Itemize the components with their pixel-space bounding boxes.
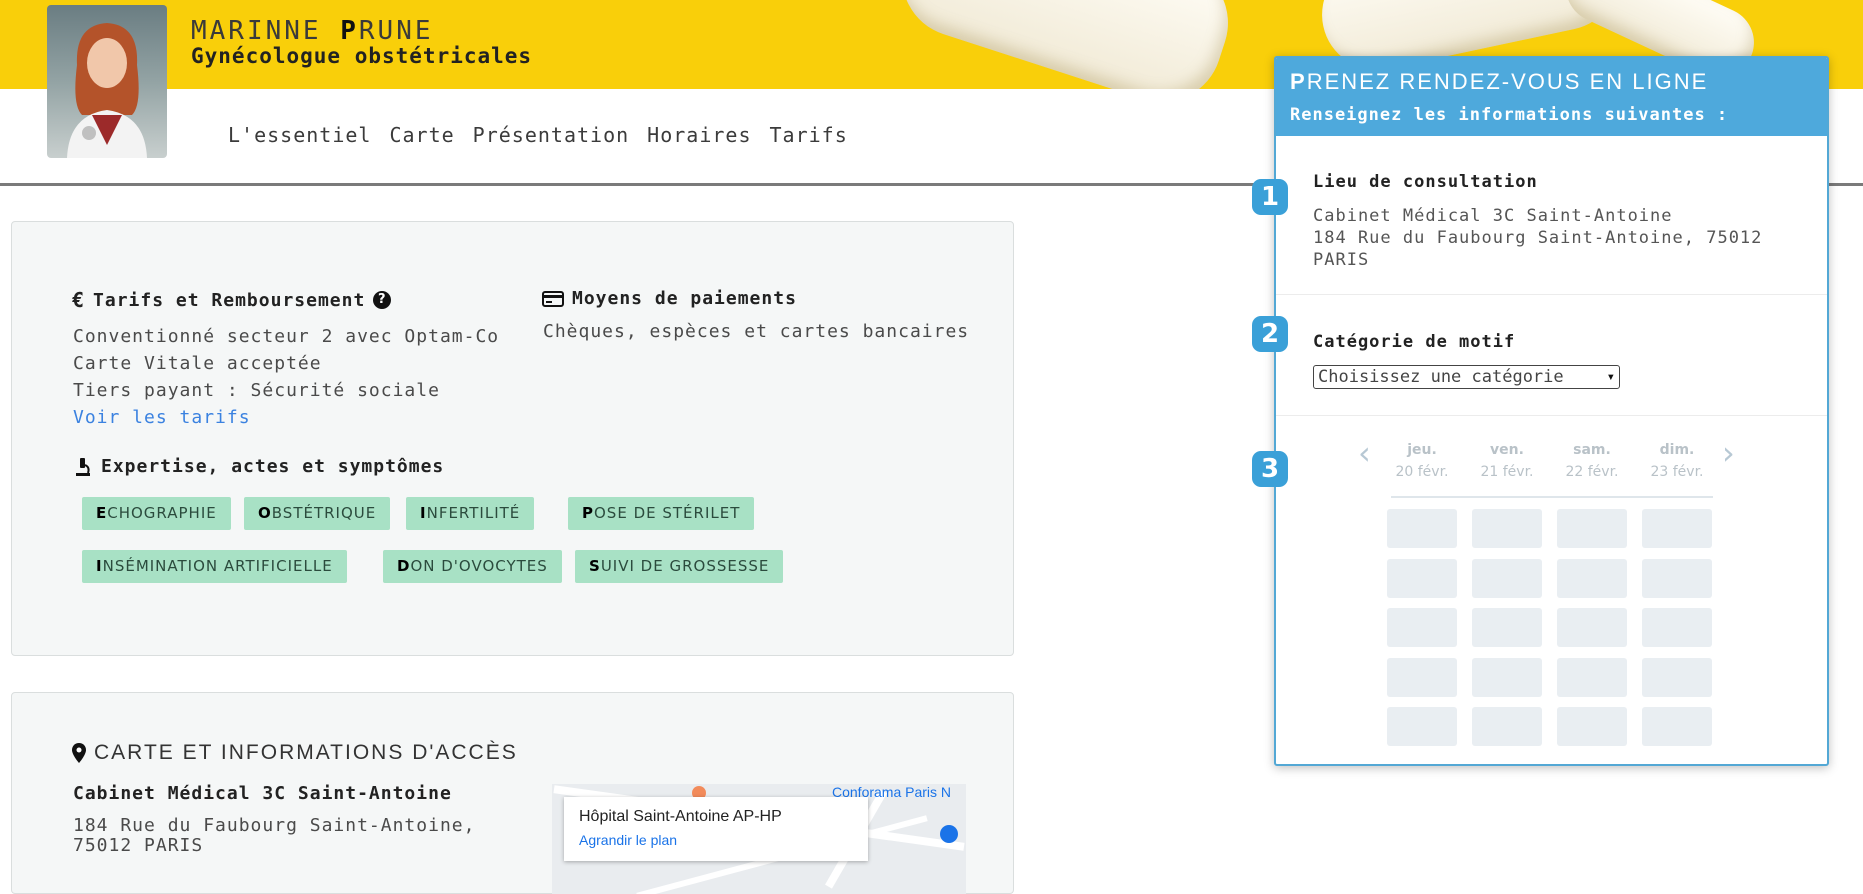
time-slot-placeholder [1557,608,1627,647]
time-slot-placeholder [1642,558,1712,598]
tag-suivi-grossesse[interactable]: SUIVI DE GROSSESSE [575,550,784,583]
time-slot-placeholder [1557,509,1627,548]
step-badge: 3 [1252,451,1288,487]
cabinet-address: 184 Rue du Faubourg Saint-Antoine, [73,815,476,836]
lieu-line: Cabinet Médical 3C Saint-Antoine [1313,206,1673,226]
map-popup: Hôpital Saint-Antoine AP-HP Agrandir le … [564,797,868,861]
tag-infertilite[interactable]: INFERTILITÉ [406,497,535,530]
cabinet-name: Cabinet Médical 3C Saint-Antoine [73,783,452,804]
lieu-line: 184 Rue du Faubourg Saint-Antoine, 75012 [1313,228,1763,248]
chevron-down-icon: ▾ [1606,369,1615,385]
tarifs-heading: € Tarifs et Remboursement ? [72,288,392,312]
motif-title: Catégorie de motif [1313,332,1516,352]
time-slot-placeholder [1472,608,1542,647]
time-slot-placeholder [1642,707,1712,746]
tarifs-title: Tarifs et Remboursement [93,289,366,311]
tarifs-line: Tiers payant : Sécurité sociale [73,380,440,401]
calendar-day: jeu. 20 févr. [1395,442,1449,480]
time-slot-placeholder [1472,657,1542,697]
paiements-text: Chèques, espèces et cartes bancaires [543,321,970,342]
essentials-card: € Tarifs et Remboursement ? Conventionné… [11,221,1014,656]
nav-carte[interactable]: Carte [389,123,454,147]
nav-presentation[interactable]: Présentation [473,123,630,147]
time-slot-placeholder [1472,707,1542,746]
doctor-photo [67,23,147,158]
pill-decoration [886,0,1244,89]
time-slot-placeholder [1387,657,1457,697]
booking-panel: PRENEZ RENDEZ-VOUS EN LIGNE Renseignez l… [1274,56,1829,766]
time-slot-placeholder [1557,558,1627,598]
expertise-title: Expertise, actes et symptômes [101,456,445,477]
time-slot-placeholder [1387,707,1457,746]
panel-divider [1276,294,1827,295]
microscope-icon [76,457,90,476]
motif-select[interactable]: Choisissez une catégorie ▾ [1313,365,1620,389]
doctor-name: MARINNE PRUNE [191,16,434,46]
time-slot-placeholder [1387,558,1457,598]
cabinet-address: 75012 PARIS [73,835,204,856]
step-badge: 2 [1252,316,1288,352]
lieu-title: Lieu de consultation [1313,172,1538,192]
time-slot-placeholder [1387,509,1457,548]
nav-horaires[interactable]: Horaires [647,123,751,147]
section-nav: L'essentiel Carte Présentation Horaires … [228,123,848,147]
tag-don-ovocytes[interactable]: DON D'OVOCYTES [383,550,562,583]
booking-title: PRENEZ RENDEZ-VOUS EN LIGNE [1290,69,1709,94]
euro-icon: € [72,288,86,312]
shopping-pin-icon[interactable] [940,825,958,843]
step-badge: 1 [1252,179,1288,215]
help-icon[interactable]: ? [373,291,392,309]
time-slot-placeholder [1642,657,1712,697]
map-popup-title: Hôpital Saint-Antoine AP-HP [579,808,782,825]
doctor-avatar [47,5,167,158]
nav-essentiel[interactable]: L'essentiel [228,123,371,147]
time-slot-placeholder [1642,608,1712,647]
tarifs-line: Conventionné secteur 2 avec Optam-Co [73,326,500,347]
motif-select-value: Choisissez une catégorie [1318,367,1564,387]
lieu-line: PARIS [1313,250,1370,270]
paiements-title: Moyens de paiements [572,288,797,309]
voir-tarifs-link[interactable]: Voir les tarifs [73,404,251,431]
calendar-prev-icon[interactable]: ‹ [1358,434,1371,472]
booking-subtitle: Renseignez les informations suivantes : [1290,105,1729,125]
nav-tarifs[interactable]: Tarifs [770,123,848,147]
panel-divider [1276,415,1827,416]
tag-pose-sterilet[interactable]: POSE DE STÉRILET [568,497,755,530]
time-slot-placeholder [1642,509,1712,548]
time-slot-placeholder [1387,608,1457,647]
tag-echographie[interactable]: ECHOGRAPHIE [82,497,231,530]
access-heading: CARTE ET INFORMATIONS D'ACCÈS [72,741,518,765]
calendar-header-line [1391,496,1713,498]
calendar-next-icon[interactable]: › [1722,434,1735,472]
expertise-heading: Expertise, actes et symptômes [73,456,444,477]
tag-obstetrique[interactable]: OBSTÉTRIQUE [244,497,391,530]
time-slot-placeholder [1557,657,1627,697]
calendar-day: dim. 23 févr. [1650,442,1704,480]
tag-insemination[interactable]: INSÉMINATION ARTIFICIELLE [82,550,347,583]
booking-header: PRENEZ RENDEZ-VOUS EN LIGNE Renseignez l… [1276,58,1827,136]
access-title: CARTE ET INFORMATIONS D'ACCÈS [94,741,518,764]
location-pin-icon [72,743,86,763]
map-enlarge-link[interactable]: Agrandir le plan [579,832,677,848]
paiements-heading: Moyens de paiements [542,288,797,309]
calendar-day: sam. 22 févr. [1565,442,1619,480]
time-slot-placeholder [1472,509,1542,548]
credit-card-icon [542,290,564,307]
tarifs-line: Carte Vitale acceptée [73,353,322,374]
doctor-specialty: Gynécologue obstétricales [191,44,533,68]
calendar-day: ven. 21 févr. [1480,442,1534,480]
time-slot-placeholder [1557,707,1627,746]
time-slot-placeholder [1472,558,1542,598]
